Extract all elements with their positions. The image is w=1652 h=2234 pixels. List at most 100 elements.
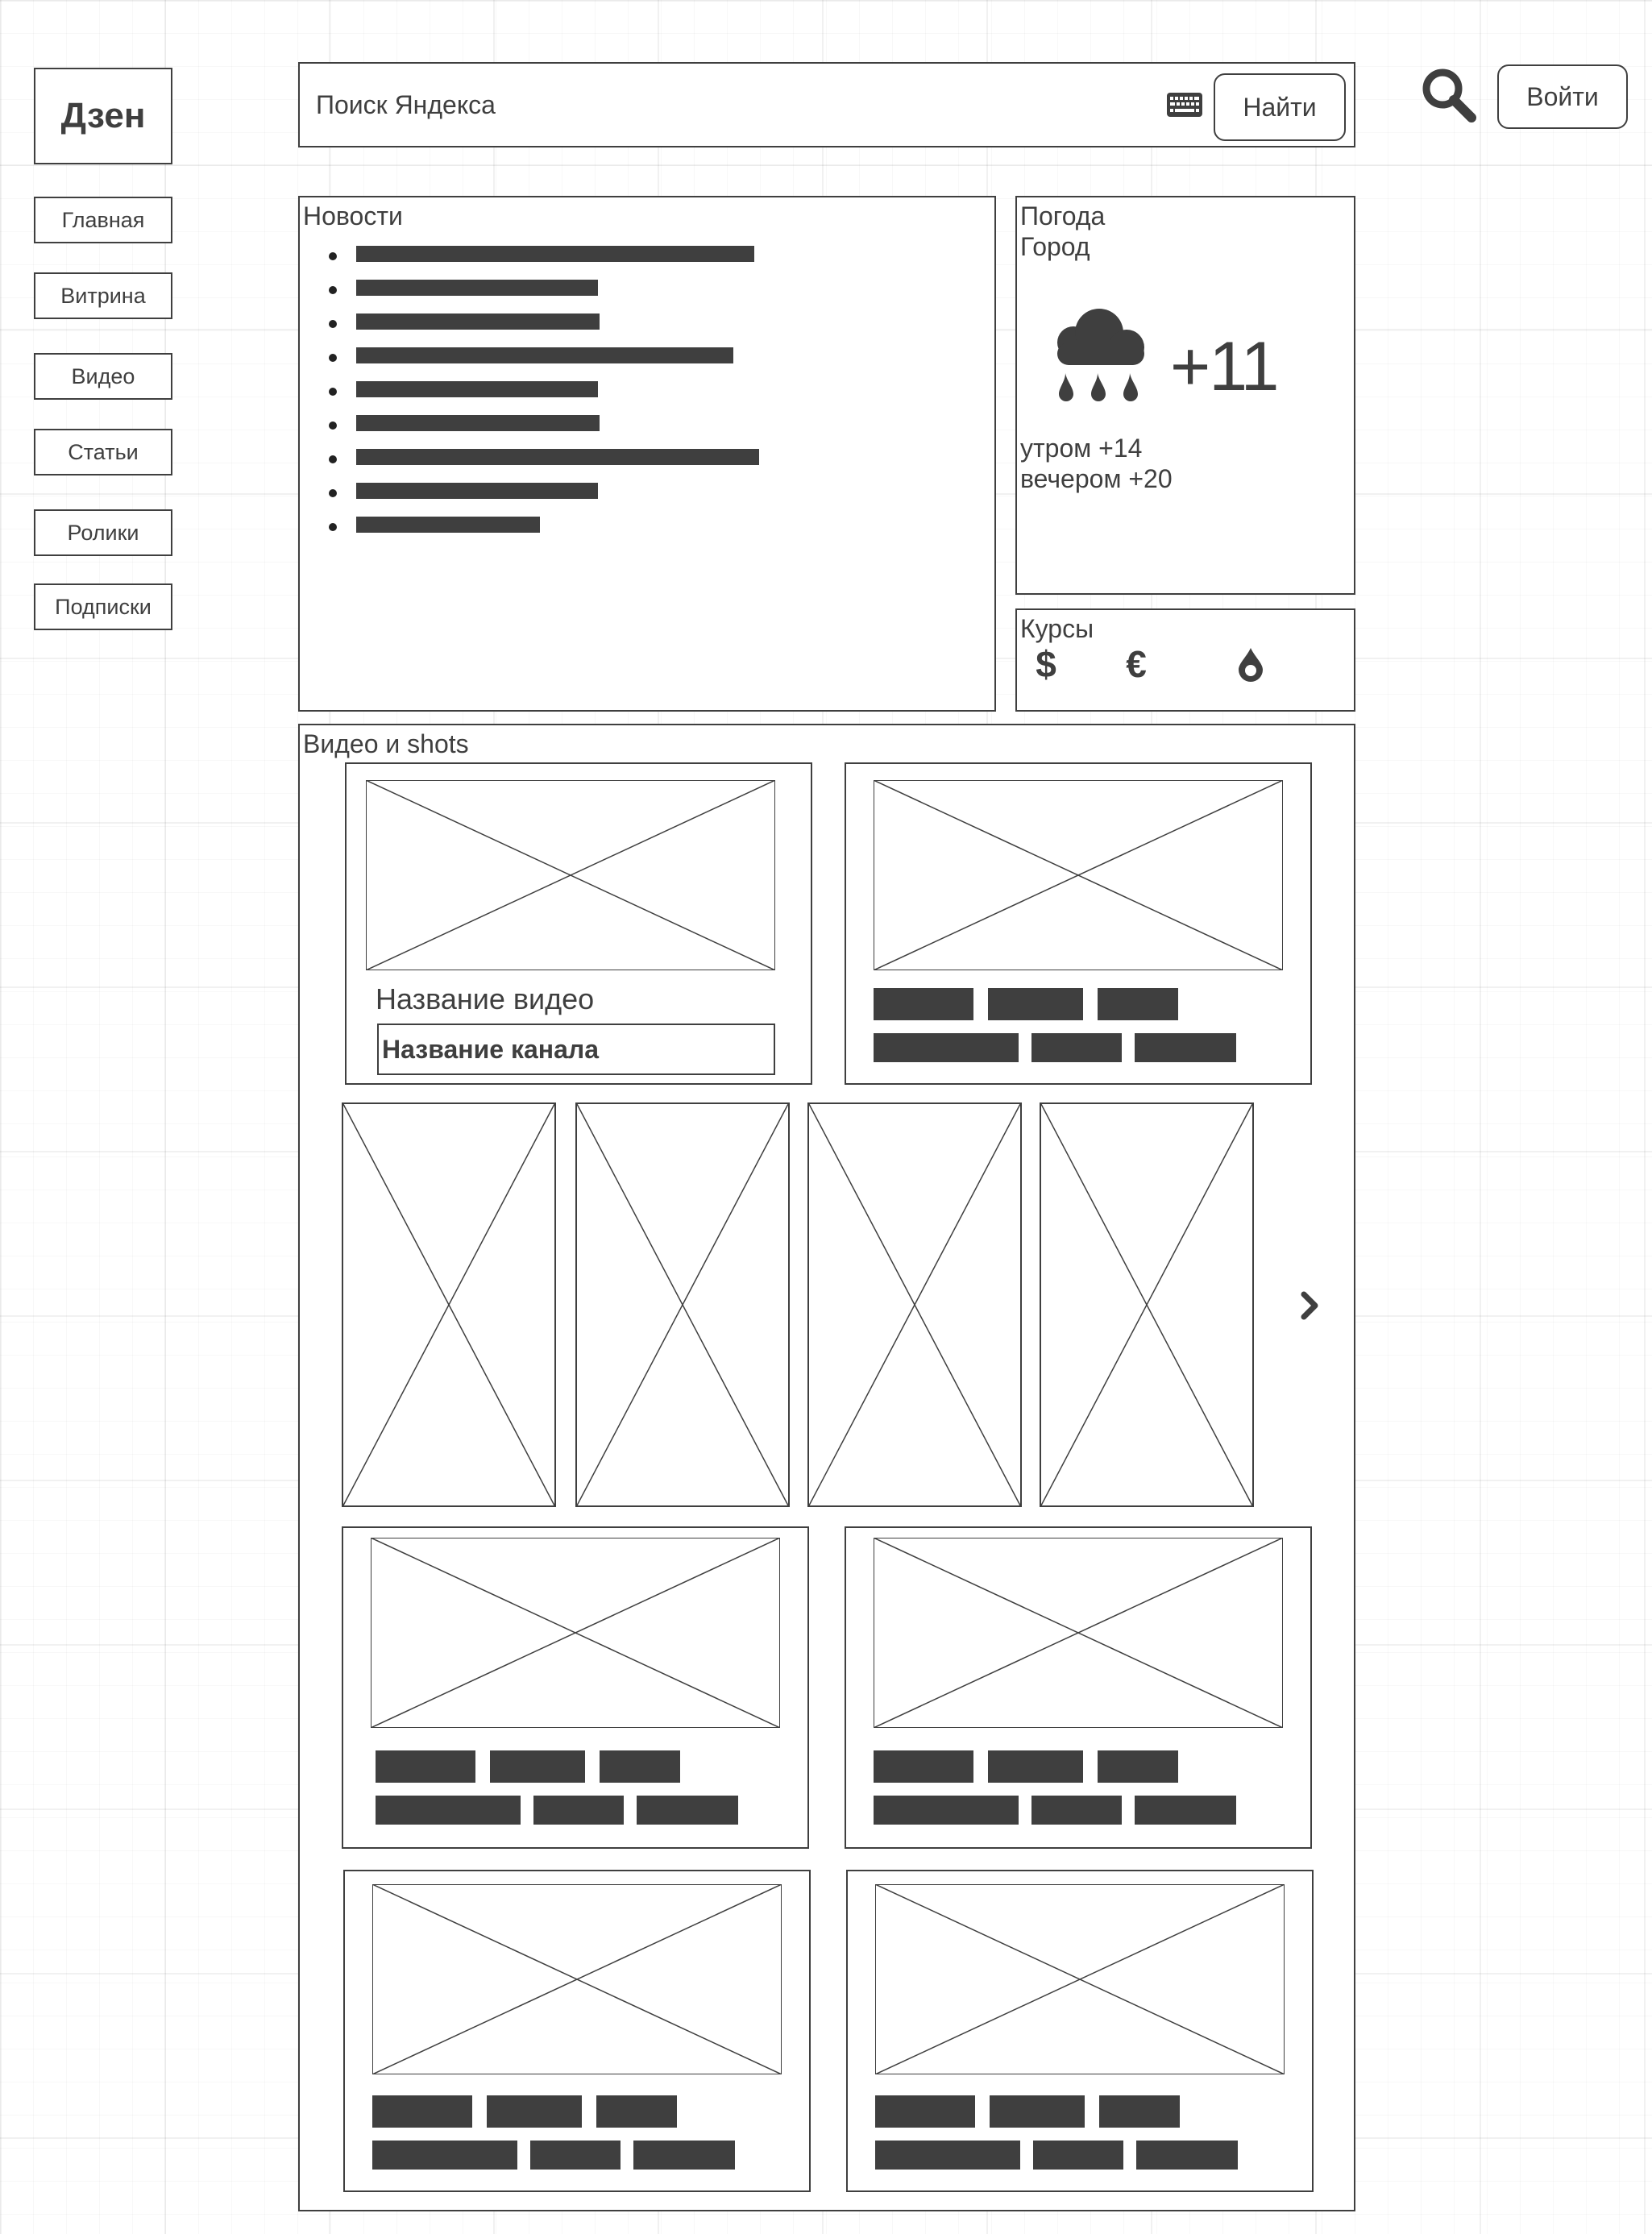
text-placeholder [988, 988, 1083, 1020]
text-placeholder [533, 1796, 624, 1825]
oil-drop-icon[interactable] [1235, 644, 1267, 684]
text-placeholder [372, 2141, 517, 2170]
video-card[interactable] [845, 762, 1312, 1085]
text-placeholder [1135, 1796, 1236, 1825]
nav-item-subscriptions[interactable]: Подписки [34, 583, 172, 630]
news-headline-placeholder[interactable] [356, 280, 598, 296]
news-headline-placeholder[interactable] [356, 483, 598, 499]
text-placeholder [1031, 1796, 1122, 1825]
news-headline-placeholder[interactable] [356, 517, 540, 533]
news-headline-placeholder[interactable] [356, 314, 600, 330]
nav-item-video[interactable]: Видео [34, 353, 172, 400]
video-card[interactable]: Название видео Название канала [345, 762, 812, 1085]
text-placeholder [874, 988, 973, 1020]
bullet [329, 320, 337, 328]
video-card-title[interactable]: Название видео [376, 983, 594, 1015]
news-panel: Новости [298, 196, 996, 712]
text-placeholder [637, 1796, 738, 1825]
video-card[interactable] [342, 1526, 809, 1849]
bullet [329, 388, 337, 396]
channel-name[interactable]: Название канала [377, 1024, 775, 1075]
logo[interactable]: Дзен [34, 68, 172, 164]
weather-panel[interactable]: Погода Город +11 утром +14 вечером +20 [1015, 196, 1355, 595]
text-placeholder [372, 2095, 472, 2128]
bullet [329, 523, 337, 531]
text-placeholder [1136, 2141, 1238, 2170]
shorts-thumbnail [1041, 1104, 1252, 1505]
shorts-card[interactable] [575, 1102, 790, 1507]
bullet [329, 252, 337, 260]
search-icon[interactable] [1420, 66, 1478, 128]
search-bar: Найти [298, 62, 1355, 147]
shorts-thumbnail [343, 1104, 554, 1505]
shorts-card[interactable] [1040, 1102, 1254, 1507]
news-headline-placeholder[interactable] [356, 246, 754, 262]
news-headline-placeholder[interactable] [356, 381, 598, 397]
video-panel: Видео и shots Название видео Название ка… [298, 724, 1355, 2211]
keyboard-icon[interactable] [1167, 93, 1202, 121]
text-placeholder [376, 1750, 475, 1783]
text-placeholder [988, 1750, 1083, 1783]
text-placeholder [376, 1796, 521, 1825]
euro-icon[interactable]: € [1120, 643, 1152, 685]
weather-morning: утром +14 [1020, 434, 1143, 463]
video-thumbnail [366, 780, 775, 970]
bullet [329, 286, 337, 294]
text-placeholder [1135, 1033, 1236, 1062]
text-placeholder [490, 1750, 585, 1783]
login-button[interactable]: Войти [1497, 64, 1628, 129]
text-placeholder [874, 1033, 1019, 1062]
text-placeholder [600, 1750, 680, 1783]
weather-temperature: +11 [1170, 328, 1279, 405]
video-card[interactable] [343, 1870, 811, 2192]
text-placeholder [1033, 2141, 1123, 2170]
bullet [329, 354, 337, 362]
nav-item-articles[interactable]: Статьи [34, 429, 172, 475]
find-button[interactable]: Найти [1214, 73, 1346, 141]
chevron-right-icon[interactable] [1299, 1289, 1320, 1326]
nav-item-home[interactable]: Главная [34, 197, 172, 243]
text-placeholder [633, 2141, 735, 2170]
text-placeholder [875, 2095, 975, 2128]
video-title: Видео и shots [303, 729, 469, 758]
bullet [329, 489, 337, 497]
video-thumbnail [372, 1884, 782, 2074]
cloud-rain-icon [1044, 307, 1149, 416]
nav-item-clips[interactable]: Ролики [34, 509, 172, 556]
rates-title: Курсы [1020, 614, 1094, 643]
news-headline-placeholder[interactable] [356, 347, 733, 363]
news-headline-placeholder[interactable] [356, 449, 759, 465]
video-thumbnail [874, 780, 1283, 970]
video-card[interactable] [846, 1870, 1314, 2192]
text-placeholder [874, 1796, 1019, 1825]
shorts-thumbnail [577, 1104, 788, 1505]
video-thumbnail [874, 1538, 1283, 1728]
text-placeholder [990, 2095, 1085, 2128]
bullet [329, 421, 337, 430]
dollar-icon[interactable]: $ [1030, 643, 1062, 685]
text-placeholder [1031, 1033, 1122, 1062]
shorts-card[interactable] [807, 1102, 1022, 1507]
video-thumbnail [371, 1538, 780, 1728]
text-placeholder [874, 1750, 973, 1783]
news-headline-placeholder[interactable] [356, 415, 600, 431]
weather-title: Погода [1020, 201, 1106, 230]
text-placeholder [530, 2141, 621, 2170]
news-title: Новости [303, 201, 403, 230]
weather-city: Город [1020, 232, 1090, 261]
nav-item-showcase[interactable]: Витрина [34, 272, 172, 319]
text-placeholder [1098, 1750, 1178, 1783]
text-placeholder [1099, 2095, 1180, 2128]
video-thumbnail [875, 1884, 1285, 2074]
text-placeholder [596, 2095, 677, 2128]
search-input[interactable] [316, 83, 1162, 127]
weather-evening: вечером +20 [1020, 464, 1173, 493]
text-placeholder [1098, 988, 1178, 1020]
text-placeholder [875, 2141, 1020, 2170]
video-card[interactable] [845, 1526, 1312, 1849]
rates-panel: Курсы $ € [1015, 608, 1355, 712]
text-placeholder [487, 2095, 582, 2128]
shorts-thumbnail [809, 1104, 1020, 1505]
bullet [329, 455, 337, 463]
shorts-card[interactable] [342, 1102, 556, 1507]
